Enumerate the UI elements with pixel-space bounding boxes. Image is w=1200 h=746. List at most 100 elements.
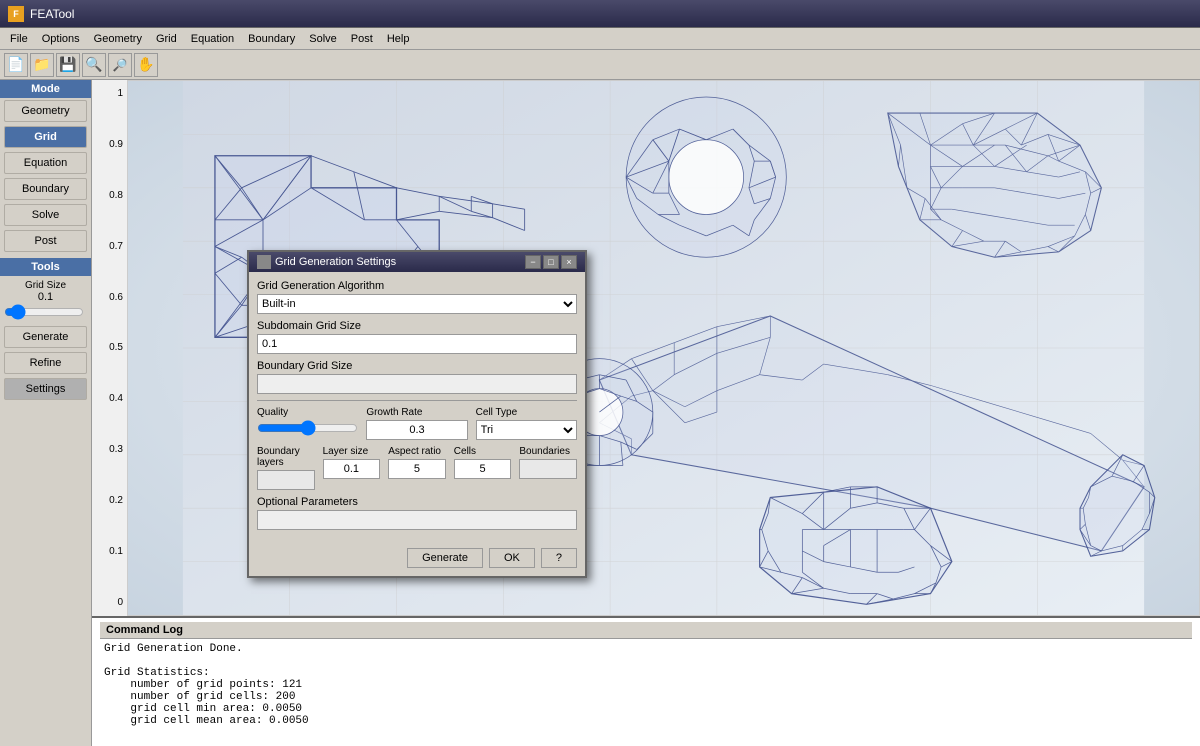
sidebar: Mode Geometry Grid Equation Boundary Sol… [0,80,92,746]
zoom-in-button[interactable]: 🔍 [82,53,106,77]
sidebar-item-grid[interactable]: Grid [4,126,87,148]
cell-type-col: Cell Type Tri [476,407,577,440]
y-label-07: 0.7 [92,241,127,252]
grid-size-slider[interactable] [4,305,84,319]
dialog-generate-button[interactable]: Generate [407,548,483,568]
dialog-title-icon [257,255,271,269]
aspect-ratio-col: Aspect ratio [388,446,446,479]
boundary-input[interactable] [257,374,577,394]
open-button[interactable]: 📁 [30,53,54,77]
aspect-ratio-input[interactable] [388,459,446,479]
optional-input[interactable] [257,510,577,530]
app-title: FEATool [30,7,74,21]
mode-label: Mode [0,80,91,98]
main-layout: Mode Geometry Grid Equation Boundary Sol… [0,80,1200,746]
cell-type-label: Cell Type [476,407,577,418]
boundary-row: Boundary Grid Size [257,360,577,394]
pan-button[interactable]: ✋ [134,53,158,77]
layer-size-col: Layer size [323,446,381,479]
menu-boundary[interactable]: Boundary [242,31,301,47]
y-label-02: 0.2 [92,495,127,506]
y-label-01: 0.1 [92,546,127,557]
sidebar-item-post[interactable]: Post [4,230,87,252]
y-label-08: 0.8 [92,190,127,201]
tools-label: Tools [0,258,91,276]
quality-label: Quality [257,407,358,418]
subdomain-label: Subdomain Grid Size [257,320,577,332]
dialog-body: Grid Generation Algorithm Built-in Subdo… [249,272,585,544]
layer-size-input[interactable] [323,459,381,479]
refine-button[interactable]: Refine [4,352,87,374]
boundaries-input[interactable] [519,459,577,479]
optional-row: Optional Parameters [257,496,577,530]
algorithm-label: Grid Generation Algorithm [257,280,577,292]
toolbar: 📄 📁 💾 🔍 🔎 ✋ [0,50,1200,80]
boundaries-label: Boundaries [519,446,577,457]
menu-geometry[interactable]: Geometry [88,31,148,47]
menu-equation[interactable]: Equation [185,31,240,47]
quality-slider[interactable] [257,420,358,436]
boundary-layers-row: Boundary layers Layer size Aspect ratio [257,446,577,490]
sidebar-item-equation[interactable]: Equation [4,152,87,174]
sidebar-item-solve[interactable]: Solve [4,204,87,226]
growth-input[interactable] [366,420,467,440]
grid-size-value: 0.1 [0,291,91,303]
title-bar: F FEATool [0,0,1200,28]
dialog-footer: Generate OK ? [249,544,585,576]
menu-help[interactable]: Help [381,31,416,47]
grid-generation-dialog: Grid Generation Settings − □ × Grid Gene… [247,250,587,578]
cells-input[interactable] [454,459,512,479]
layer-size-label: Layer size [323,446,381,457]
dialog-title: Grid Generation Settings [275,256,396,268]
dialog-minimize-button[interactable]: − [525,255,541,269]
menu-bar: File Options Geometry Grid Equation Boun… [0,28,1200,50]
menu-file[interactable]: File [4,31,34,47]
menu-post[interactable]: Post [345,31,379,47]
y-label-0: 0 [92,597,127,608]
dialog-titlebar: Grid Generation Settings − □ × [249,252,585,272]
growth-label: Growth Rate [366,407,467,418]
cell-type-select[interactable]: Tri [476,420,577,440]
new-button[interactable]: 📄 [4,53,28,77]
grid-size-label: Grid Size [0,280,91,291]
subdomain-row: Subdomain Grid Size [257,320,577,354]
divider-1 [257,400,577,401]
menu-solve[interactable]: Solve [303,31,343,47]
algorithm-row: Grid Generation Algorithm Built-in [257,280,577,314]
algorithm-select[interactable]: Built-in [257,294,577,314]
sidebar-item-geometry[interactable]: Geometry [4,100,87,122]
cells-col: Cells [454,446,512,479]
boundary-layers-input[interactable] [257,470,315,490]
generate-button[interactable]: Generate [4,326,87,348]
boundary-label: Boundary Grid Size [257,360,577,372]
dialog-help-button[interactable]: ? [541,548,577,568]
dialog-close-button[interactable]: × [561,255,577,269]
zoom-out-button[interactable]: 🔎 [108,53,132,77]
command-log-content: Grid Generation Done. Grid Statistics: n… [100,639,1192,731]
canvas-area: 1 0.9 0.8 0.7 0.6 0.5 0.4 0.3 0.2 0.1 0 [92,80,1200,746]
menu-grid[interactable]: Grid [150,31,183,47]
app-icon: F [8,6,24,22]
sidebar-item-boundary[interactable]: Boundary [4,178,87,200]
grid-size-slider-container [0,303,91,324]
y-label-03: 0.3 [92,444,127,455]
dialog-maximize-button[interactable]: □ [543,255,559,269]
aspect-ratio-label: Aspect ratio [388,446,446,457]
cells-label: Cells [454,446,512,457]
subdomain-input[interactable] [257,334,577,354]
quality-col: Quality [257,407,358,439]
y-label-1: 1 [92,88,127,99]
y-label-05: 0.5 [92,342,127,353]
boundaries-col: Boundaries [519,446,577,479]
boundary-layers-col: Boundary layers [257,446,315,490]
save-button[interactable]: 💾 [56,53,80,77]
quality-row: Quality Growth Rate Cell Type Tri [257,407,577,440]
boundary-layers-label: Boundary layers [257,446,315,468]
y-label-04: 0.4 [92,393,127,404]
settings-button[interactable]: Settings [4,378,87,400]
y-label-09: 0.9 [92,139,127,150]
dialog-ok-button[interactable]: OK [489,548,535,568]
command-log: Command Log Grid Generation Done. Grid S… [92,616,1200,746]
menu-options[interactable]: Options [36,31,86,47]
optional-label: Optional Parameters [257,496,577,508]
